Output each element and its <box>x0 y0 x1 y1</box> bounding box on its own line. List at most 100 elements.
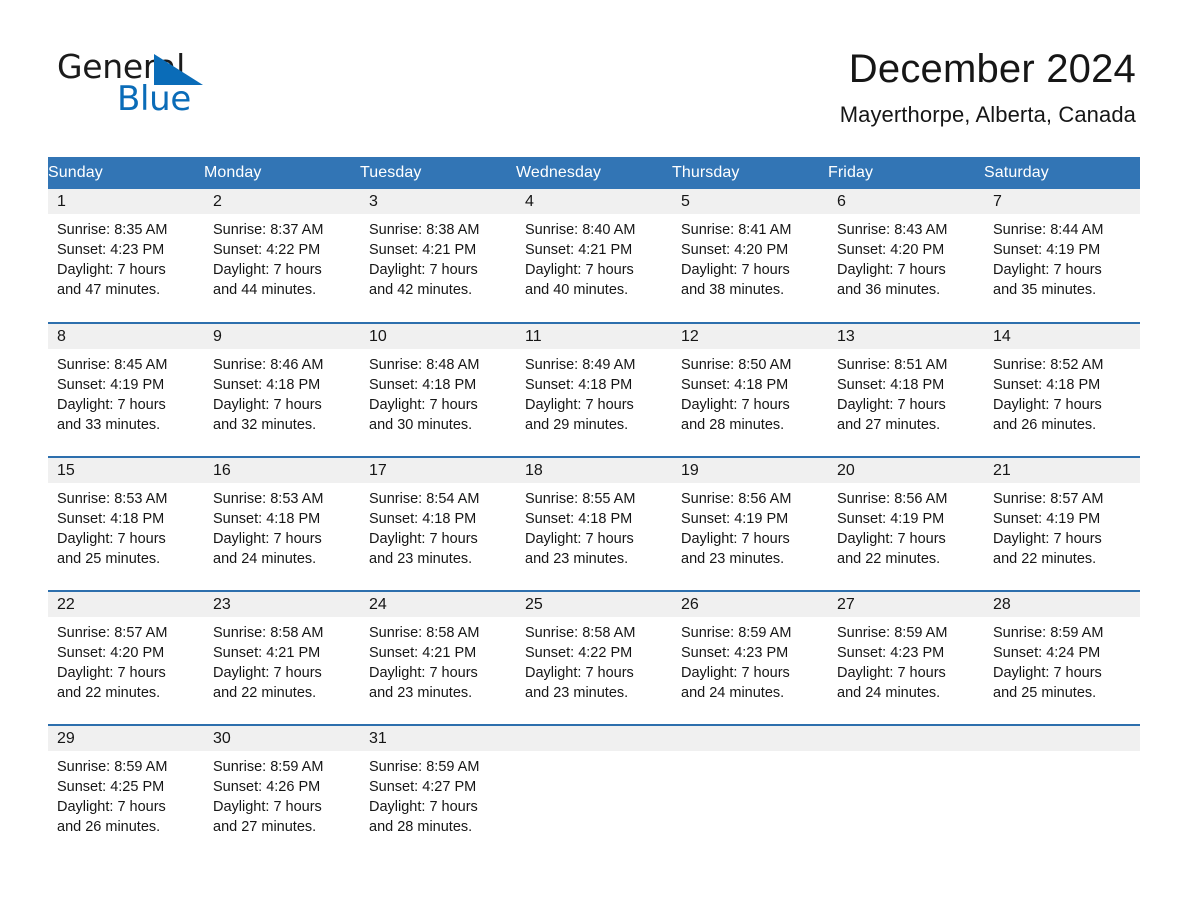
day-number: 6 <box>828 189 984 214</box>
sunrise-text: Sunrise: 8:57 AM <box>57 625 168 641</box>
calendar-week-row: 29 Sunrise: 8:59 AM Sunset: 4:25 PM Dayligh… <box>48 724 1140 859</box>
day-details: Sunrise: 8:50 AM Sunset: 4:18 PM Daylight:… <box>672 349 828 435</box>
calendar-table: Sunday Monday Tuesday Wednesday Thursday… <box>48 157 1140 859</box>
sunset-text: Sunset: 4:21 PM <box>369 242 477 258</box>
day-cell[interactable]: 12 Sunrise: 8:50 AM Sunset: 4:18 PM Dayligh… <box>672 322 828 457</box>
logo-text-blue: Blue <box>117 79 192 119</box>
day-details: Sunrise: 8:56 AM Sunset: 4:19 PM Daylight:… <box>828 483 984 569</box>
day-cell[interactable]: 16 Sunrise: 8:53 AM Sunset: 4:18 PM Dayligh… <box>204 456 360 591</box>
day-number: 10 <box>360 324 516 349</box>
daylight-text-line2: and 24 minutes. <box>213 551 317 567</box>
day-number: 20 <box>828 458 984 483</box>
day-cell[interactable]: 14 Sunrise: 8:52 AM Sunset: 4:18 PM Dayligh… <box>984 322 1140 457</box>
daylight-text-line2: and 26 minutes. <box>993 417 1097 433</box>
calendar-header-row: Sunday Monday Tuesday Wednesday Thursday… <box>48 157 1140 189</box>
day-details <box>516 751 672 757</box>
day-cell[interactable]: 17 Sunrise: 8:54 AM Sunset: 4:18 PM Dayligh… <box>360 456 516 591</box>
sunset-text: Sunset: 4:19 PM <box>837 511 945 527</box>
daylight-text-line2: and 28 minutes. <box>681 417 785 433</box>
daylight-text-line1: Daylight: 7 hours <box>369 531 478 547</box>
day-number <box>672 726 828 751</box>
daylight-text-line2: and 32 minutes. <box>213 417 317 433</box>
day-cell[interactable]: 22 Sunrise: 8:57 AM Sunset: 4:20 PM Dayligh… <box>48 590 204 725</box>
sunset-text: Sunset: 4:19 PM <box>993 242 1101 258</box>
day-cell[interactable]: 30 Sunrise: 8:59 AM Sunset: 4:26 PM Dayligh… <box>204 724 360 859</box>
daylight-text-line1: Daylight: 7 hours <box>681 262 790 278</box>
day-number: 28 <box>984 592 1140 617</box>
day-cell[interactable]: 18 Sunrise: 8:55 AM Sunset: 4:18 PM Dayligh… <box>516 456 672 591</box>
day-number: 7 <box>984 189 1140 214</box>
day-number <box>828 726 984 751</box>
day-cell-empty <box>828 724 984 859</box>
day-cell[interactable]: 2 Sunrise: 8:37 AM Sunset: 4:22 PM Daylight… <box>204 189 360 323</box>
day-cell[interactable]: 8 Sunrise: 8:45 AM Sunset: 4:19 PM Daylight… <box>48 322 204 457</box>
day-cell[interactable]: 21 Sunrise: 8:57 AM Sunset: 4:19 PM Dayligh… <box>984 456 1140 591</box>
day-cell[interactable]: 24 Sunrise: 8:58 AM Sunset: 4:21 PM Dayligh… <box>360 590 516 725</box>
day-cell-empty <box>984 724 1140 859</box>
day-details: Sunrise: 8:51 AM Sunset: 4:18 PM Daylight:… <box>828 349 984 435</box>
day-cell[interactable]: 19 Sunrise: 8:56 AM Sunset: 4:19 PM Dayligh… <box>672 456 828 591</box>
day-cell[interactable]: 9 Sunrise: 8:46 AM Sunset: 4:18 PM Daylight… <box>204 322 360 457</box>
day-cell[interactable]: 3 Sunrise: 8:38 AM Sunset: 4:21 PM Daylight… <box>360 189 516 323</box>
sunset-text: Sunset: 4:25 PM <box>57 779 165 795</box>
sunset-text: Sunset: 4:23 PM <box>837 645 945 661</box>
sunrise-text: Sunrise: 8:35 AM <box>57 222 168 238</box>
day-cell[interactable]: 23 Sunrise: 8:58 AM Sunset: 4:21 PM Dayligh… <box>204 590 360 725</box>
day-details: Sunrise: 8:49 AM Sunset: 4:18 PM Daylight:… <box>516 349 672 435</box>
day-cell[interactable]: 13 Sunrise: 8:51 AM Sunset: 4:18 PM Dayligh… <box>828 322 984 457</box>
sunrise-text: Sunrise: 8:52 AM <box>993 357 1104 373</box>
day-cell[interactable]: 6 Sunrise: 8:43 AM Sunset: 4:20 PM Daylight… <box>828 189 984 323</box>
day-number: 11 <box>516 324 672 349</box>
day-details: Sunrise: 8:45 AM Sunset: 4:19 PM Daylight:… <box>48 349 204 435</box>
title-block: December 2024 Mayerthorpe, Alberta, Cana… <box>840 48 1136 128</box>
day-cell[interactable]: 10 Sunrise: 8:48 AM Sunset: 4:18 PM Dayligh… <box>360 322 516 457</box>
sunset-text: Sunset: 4:18 PM <box>681 377 789 393</box>
day-number: 17 <box>360 458 516 483</box>
day-cell[interactable]: 11 Sunrise: 8:49 AM Sunset: 4:18 PM Dayligh… <box>516 322 672 457</box>
day-number: 15 <box>48 458 204 483</box>
day-number: 1 <box>48 189 204 214</box>
day-cell[interactable]: 1 Sunrise: 8:35 AM Sunset: 4:23 PM Daylight… <box>48 189 204 323</box>
daylight-text-line2: and 24 minutes. <box>837 685 941 701</box>
day-cell[interactable]: 27 Sunrise: 8:59 AM Sunset: 4:23 PM Dayligh… <box>828 590 984 725</box>
calendar-body: 1 Sunrise: 8:35 AM Sunset: 4:23 PM Daylight… <box>48 189 1140 859</box>
day-cell[interactable]: 5 Sunrise: 8:41 AM Sunset: 4:20 PM Daylight… <box>672 189 828 323</box>
daylight-text-line1: Daylight: 7 hours <box>369 262 478 278</box>
sunrise-text: Sunrise: 8:41 AM <box>681 222 792 238</box>
day-cell-empty <box>672 724 828 859</box>
day-cell[interactable]: 20 Sunrise: 8:56 AM Sunset: 4:19 PM Dayligh… <box>828 456 984 591</box>
day-details: Sunrise: 8:59 AM Sunset: 4:27 PM Daylight:… <box>360 751 516 837</box>
sunset-text: Sunset: 4:18 PM <box>369 377 477 393</box>
day-details: Sunrise: 8:35 AM Sunset: 4:23 PM Daylight:… <box>48 214 204 300</box>
day-number: 25 <box>516 592 672 617</box>
sunset-text: Sunset: 4:23 PM <box>681 645 789 661</box>
daylight-text-line2: and 23 minutes. <box>369 685 473 701</box>
day-details: Sunrise: 8:40 AM Sunset: 4:21 PM Daylight:… <box>516 214 672 300</box>
day-cell[interactable]: 15 Sunrise: 8:53 AM Sunset: 4:18 PM Dayligh… <box>48 456 204 591</box>
day-cell[interactable]: 4 Sunrise: 8:40 AM Sunset: 4:21 PM Daylight… <box>516 189 672 323</box>
weekday-header-monday: Monday <box>204 157 360 189</box>
daylight-text-line1: Daylight: 7 hours <box>369 799 478 815</box>
sunrise-text: Sunrise: 8:58 AM <box>369 625 480 641</box>
day-cell[interactable]: 28 Sunrise: 8:59 AM Sunset: 4:24 PM Dayligh… <box>984 590 1140 725</box>
sunset-text: Sunset: 4:18 PM <box>993 377 1101 393</box>
daylight-text-line2: and 26 minutes. <box>57 819 161 835</box>
day-cell[interactable]: 31 Sunrise: 8:59 AM Sunset: 4:27 PM Dayligh… <box>360 724 516 859</box>
weekday-header-thursday: Thursday <box>672 157 828 189</box>
day-number: 23 <box>204 592 360 617</box>
sunrise-text: Sunrise: 8:53 AM <box>57 491 168 507</box>
day-number: 29 <box>48 726 204 751</box>
page-title: December 2024 <box>848 47 1136 91</box>
daylight-text-line1: Daylight: 7 hours <box>681 665 790 681</box>
sunrise-text: Sunrise: 8:50 AM <box>681 357 792 373</box>
sunset-text: Sunset: 4:18 PM <box>213 511 321 527</box>
day-cell[interactable]: 26 Sunrise: 8:59 AM Sunset: 4:23 PM Dayligh… <box>672 590 828 725</box>
day-cell[interactable]: 29 Sunrise: 8:59 AM Sunset: 4:25 PM Dayligh… <box>48 724 204 859</box>
day-details: Sunrise: 8:53 AM Sunset: 4:18 PM Daylight:… <box>48 483 204 569</box>
daylight-text-line2: and 24 minutes. <box>681 685 785 701</box>
daylight-text-line1: Daylight: 7 hours <box>57 799 166 815</box>
day-details: Sunrise: 8:56 AM Sunset: 4:19 PM Daylight:… <box>672 483 828 569</box>
daylight-text-line2: and 29 minutes. <box>525 417 629 433</box>
day-cell[interactable]: 25 Sunrise: 8:58 AM Sunset: 4:22 PM Dayligh… <box>516 590 672 725</box>
day-cell[interactable]: 7 Sunrise: 8:44 AM Sunset: 4:19 PM Daylight… <box>984 189 1140 323</box>
